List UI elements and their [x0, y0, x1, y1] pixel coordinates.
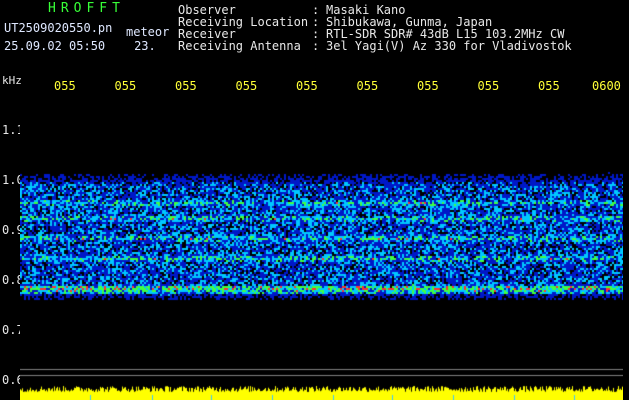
spectrogram-window: HROFFT UT2509020550.pn meteor 25.09.02 0…	[0, 0, 629, 400]
spectrogram-plot	[20, 97, 623, 400]
x-tick-label: 0600	[592, 79, 621, 93]
x-tick-label: 055	[538, 79, 560, 93]
x-tick-label: 055	[296, 79, 318, 93]
x-tick-label: 055	[175, 79, 197, 93]
date-time: 25.09.02 05:50	[4, 39, 106, 53]
date-time-line: 25.09.02 05:50 23.	[4, 40, 156, 53]
x-tick-label: 055	[54, 79, 76, 93]
app-brand: HROFFT	[48, 1, 125, 16]
x-tick-label: 055	[114, 79, 137, 93]
count-gap	[105, 39, 134, 53]
station-sep: :	[312, 39, 320, 53]
spectrogram-overlay	[20, 97, 623, 400]
file-name: UT2509020550.pn	[4, 21, 113, 35]
x-tick-label: 055	[235, 79, 258, 93]
station-key: Receiving Antenna	[178, 39, 301, 53]
x-tick-label: 055	[477, 79, 500, 93]
x-tick-label: 055	[417, 79, 439, 93]
echo-count: 23.	[134, 39, 156, 53]
station-value: 3el Yagi(V) Az 330 for Vladivostok	[326, 39, 572, 53]
x-tick-label: 055	[356, 79, 379, 93]
meteor-tag: meteor	[126, 25, 170, 39]
y-axis-label: kHz	[2, 74, 22, 87]
